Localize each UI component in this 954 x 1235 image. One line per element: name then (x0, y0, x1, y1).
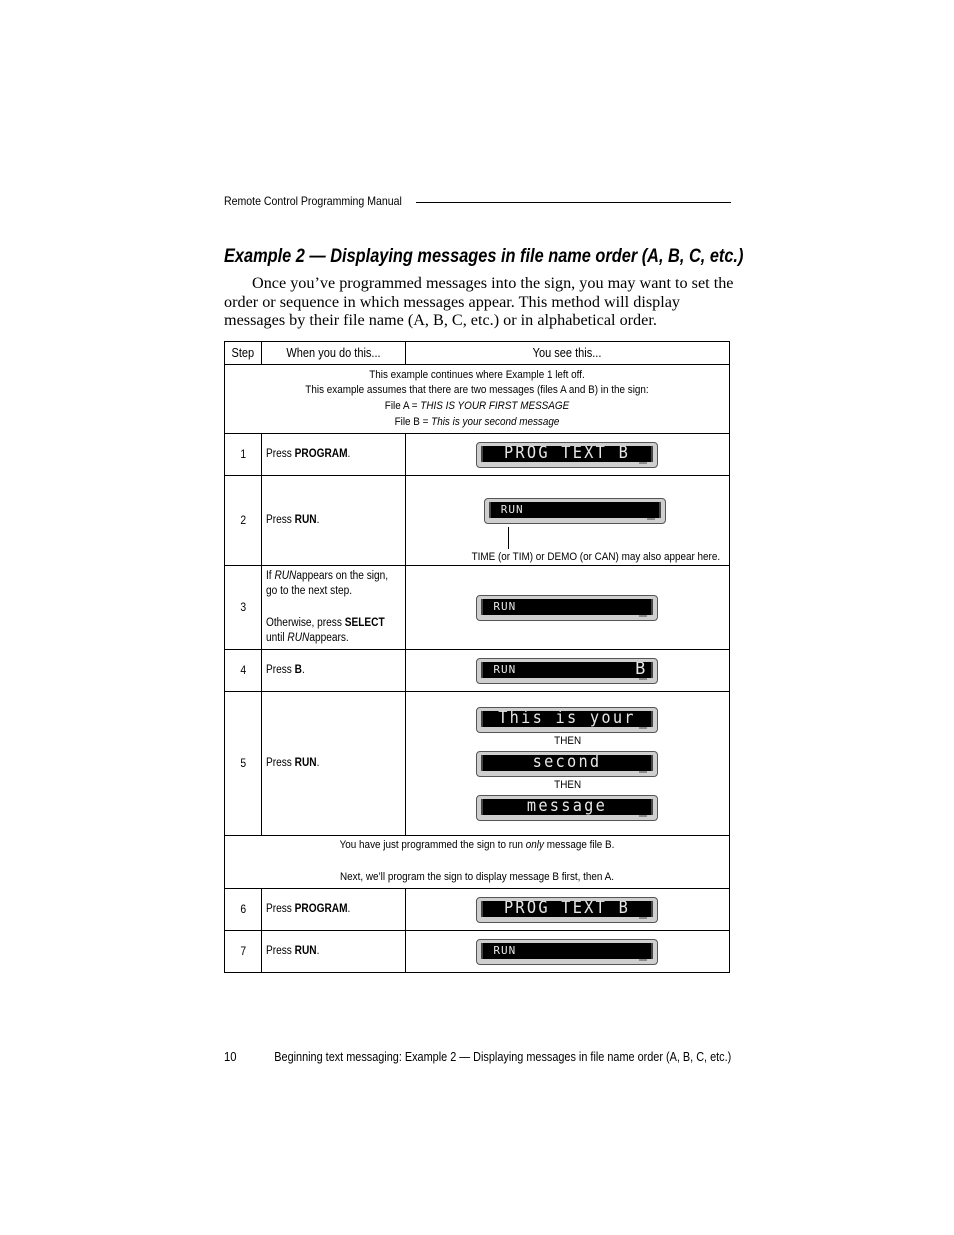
indicator-light (639, 916, 648, 919)
intro-paragraph: Once you’ve programmed messages into the… (224, 274, 736, 330)
sign-display: RUN (476, 938, 659, 965)
summary-note-row: You have just programmed the sign to run… (224, 835, 730, 889)
sign-display: PROG TEXT B (476, 896, 659, 923)
display-text: RUN (493, 943, 517, 957)
note-line: You have just programmed the sign to run… (339, 839, 615, 852)
summary-note: You have just programmed the sign to run… (224, 835, 730, 889)
step-action: Press B. (266, 663, 305, 676)
intro-note-row: This example continues where Example 1 l… (224, 364, 730, 434)
step-action: Press RUN. (266, 944, 320, 957)
indicator-light (639, 958, 648, 961)
indicator-light (639, 677, 648, 680)
sign-display: PROG TEXT B (476, 441, 659, 468)
running-header: Remote Control Programming Manual (224, 193, 731, 209)
indicator-light (639, 461, 648, 464)
display-text: PROG TEXT B (504, 445, 631, 462)
footer-text: Beginning text messaging: Example 2 — Di… (274, 1050, 731, 1064)
indicator-light (639, 770, 648, 773)
header-see: You see this... (404, 341, 731, 365)
step-number: 3 (240, 601, 246, 614)
display-text: RUN (493, 662, 517, 676)
step-number: 7 (240, 945, 246, 958)
step-action: Press PROGRAM. (266, 447, 351, 460)
intro-note: This example continues where Example 1 l… (224, 364, 730, 434)
display-text: This is your (498, 710, 637, 727)
table-row: 7 Press RUN. RUN (224, 930, 731, 973)
callout: RUN TIME (or TIM) or DEMO (or CAN) may a… (406, 489, 729, 563)
callout-caption: TIME (or TIM) or DEMO (or CAN) may also … (471, 550, 720, 563)
header-do: When you do this... (261, 341, 406, 365)
step-number: 2 (240, 514, 246, 527)
step-condition: go to the next step. (266, 585, 353, 597)
note-file-a: File A = THIS IS YOUR FIRST MESSAGE (384, 400, 570, 412)
indicator-light (639, 614, 648, 617)
table-row: 4 Press B. RUN B (224, 649, 731, 692)
table-header-row: Step When you do this... You see this... (224, 341, 731, 365)
step-number: 1 (240, 448, 246, 461)
table-row: 5 Press RUN. This is your THEN second TH… (224, 691, 731, 836)
indicator-light (639, 726, 648, 729)
intro-text: Once you’ve programmed messages into the… (224, 274, 734, 329)
sign-display: RUN (483, 497, 666, 524)
display-text: message (527, 798, 608, 815)
header-step: Step (224, 341, 262, 365)
step-action: Press PROGRAM. (266, 902, 351, 915)
step-number: 4 (240, 664, 246, 677)
display-text: PROG TEXT B (504, 900, 631, 917)
note-file-b: File B = This is your second message (394, 415, 560, 428)
table-row: 6 Press PROGRAM. PROG TEXT B (224, 888, 731, 931)
running-title: Remote Control Programming Manual (224, 194, 402, 208)
table-row: 3 If RUNappears on the sign, go to the n… (224, 565, 731, 650)
display-file-letter: B (635, 661, 646, 678)
note-line: Next, we’ll program the sign to display … (339, 871, 615, 883)
display-text: RUN (500, 502, 524, 516)
step-action: Otherwise, press SELECT (266, 616, 385, 629)
then-label: THEN (553, 778, 581, 791)
note-line: This example assumes that there are two … (305, 384, 649, 397)
step-condition: If RUNappears on the sign, (266, 569, 389, 582)
table-row: 1 Press PROGRAM. PROG TEXT B (224, 433, 731, 476)
indicator-light (646, 517, 655, 520)
sign-display: RUN B (476, 657, 659, 684)
sign-display: This is your (476, 706, 659, 733)
steps-table: Step When you do this... You see this...… (224, 341, 731, 973)
display-text: RUN (493, 599, 517, 613)
sign-display: second (476, 750, 659, 777)
note-line: This example continues where Example 1 l… (369, 368, 585, 381)
step-action: Press RUN. (266, 756, 320, 769)
step-action: Press RUN. (266, 513, 320, 526)
page-number: 10 (224, 1050, 237, 1064)
display-text: second (532, 754, 602, 771)
step-action: until RUNappears. (266, 632, 349, 644)
table-row: 2 Press RUN. RUN TIME (or TIM) or DEMO (… (224, 475, 731, 566)
sign-display: RUN (476, 594, 659, 621)
sign-display: message (476, 794, 659, 821)
then-label: THEN (553, 734, 581, 747)
indicator-light (639, 814, 648, 817)
callout-leader-line (507, 526, 509, 549)
section-title: Example 2 — Displaying messages in file … (224, 246, 744, 267)
step-number: 5 (240, 757, 246, 770)
step-number: 6 (240, 903, 246, 916)
header-rule (416, 202, 731, 203)
